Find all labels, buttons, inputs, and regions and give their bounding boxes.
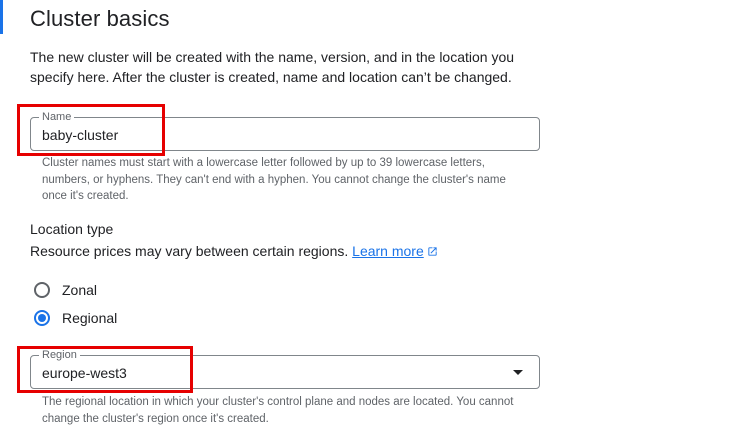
name-field-value[interactable]: baby-cluster	[42, 126, 118, 144]
section-accent-bar	[0, 0, 3, 34]
region-selected-value[interactable]: europe-west3	[42, 364, 127, 382]
arrow-drop-down-icon[interactable]	[513, 370, 523, 375]
region-field-hint: The regional location in which your clus…	[42, 396, 514, 425]
learn-more-link[interactable]: Learn more	[352, 243, 438, 259]
radio-regional[interactable]: Regional	[34, 308, 117, 328]
region-select[interactable]: Region europe-west3	[30, 348, 540, 389]
name-field-label: Name	[39, 110, 75, 124]
learn-more-label[interactable]: Learn more	[352, 243, 424, 259]
radio-zonal-button[interactable]	[34, 282, 50, 298]
name-field[interactable]: Name baby-cluster	[30, 110, 540, 151]
radio-zonal[interactable]: Zonal	[34, 280, 97, 300]
location-type-heading: Location type	[30, 221, 114, 237]
price-note-text: Resource prices may vary between certain…	[30, 243, 349, 259]
radio-zonal-label[interactable]: Zonal	[62, 282, 97, 298]
open-in-new-icon	[428, 247, 437, 256]
radio-regional-label[interactable]: Regional	[62, 310, 117, 326]
location-price-note: Resource prices may vary between certain…	[30, 241, 438, 261]
radio-regional-button[interactable]	[34, 310, 50, 326]
region-field-label: Region	[39, 348, 80, 362]
section-intro: The new cluster will be created with the…	[30, 49, 515, 85]
section-title: Cluster basics	[30, 6, 170, 31]
name-field-hint: Cluster names must start with a lowercas…	[42, 157, 506, 202]
cluster-basics-page: Cluster basics The new cluster will be c…	[0, 0, 729, 436]
